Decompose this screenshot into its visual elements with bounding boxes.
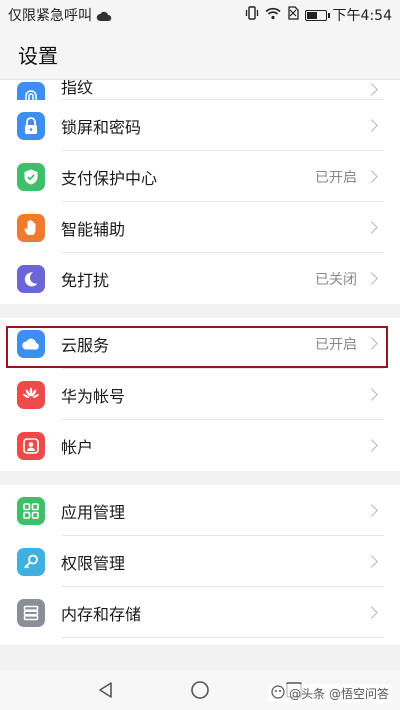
settings-item-smart-assist[interactable]: 智能辅助 bbox=[0, 202, 400, 253]
moon-icon bbox=[17, 264, 45, 293]
chevron-right-icon bbox=[365, 337, 378, 350]
status-text: 已开启 bbox=[315, 169, 357, 186]
lock-icon bbox=[17, 111, 45, 140]
hand-icon bbox=[17, 213, 45, 242]
settings-item-app-management[interactable]: 应用管理 bbox=[0, 485, 400, 536]
settings-group-security: 指纹 锁屏和密码 支付保护中心 已开启 智能辅助 免打扰 已关闭 bbox=[0, 80, 400, 304]
settings-item-accounts[interactable]: 帐户 bbox=[0, 420, 400, 471]
status-bar: 仅限紧急呼叫 下午4:54 bbox=[0, 0, 400, 30]
fingerprint-icon bbox=[17, 82, 45, 100]
settings-item-label: 智能辅助 bbox=[61, 219, 126, 239]
settings-item-label: 帐户 bbox=[61, 437, 94, 457]
chevron-right-icon bbox=[365, 119, 378, 132]
settings-item-label: 应用管理 bbox=[61, 502, 126, 522]
settings-item-label: 云服务 bbox=[61, 335, 110, 355]
watermark-logo-icon bbox=[271, 685, 285, 702]
settings-item-label: 指纹 bbox=[61, 80, 94, 97]
back-icon[interactable] bbox=[94, 678, 118, 702]
settings-item-lock-screen[interactable]: 锁屏和密码 bbox=[0, 100, 400, 151]
shield-check-icon bbox=[17, 162, 45, 191]
chevron-right-icon bbox=[365, 272, 378, 285]
status-text: 已开启 bbox=[315, 336, 357, 353]
chevron-right-icon bbox=[365, 504, 378, 517]
chevron-right-icon bbox=[365, 170, 378, 183]
vibrate-icon bbox=[245, 6, 259, 24]
settings-item-label: 内存和存储 bbox=[61, 604, 142, 624]
home-icon[interactable] bbox=[188, 678, 212, 702]
battery-icon bbox=[304, 9, 330, 21]
cloud-icon bbox=[17, 329, 45, 358]
clock-text: 下午4:54 bbox=[332, 8, 392, 24]
huawei-logo-icon bbox=[17, 380, 45, 409]
settings-item-fingerprint[interactable]: 指纹 bbox=[0, 80, 400, 100]
chevron-right-icon bbox=[365, 221, 378, 234]
settings-item-cloud-service[interactable]: 云服务 已开启 bbox=[0, 318, 400, 369]
settings-group-apps: 应用管理 权限管理 内存和存储 电池 bbox=[0, 485, 400, 645]
settings-item-storage[interactable]: 内存和存储 bbox=[0, 587, 400, 638]
chevron-right-icon bbox=[365, 606, 378, 619]
status-left: 仅限紧急呼叫 bbox=[8, 5, 112, 25]
wifi-icon bbox=[264, 7, 281, 24]
settings-item-label: 免打扰 bbox=[61, 270, 110, 290]
settings-item-huawei-account[interactable]: 华为帐号 bbox=[0, 369, 400, 420]
grid-icon bbox=[17, 496, 45, 525]
key-icon bbox=[17, 547, 45, 576]
settings-item-label: 支付保护中心 bbox=[61, 168, 158, 188]
settings-item-label: 权限管理 bbox=[61, 553, 126, 573]
settings-group-accounts: 云服务 已开启 华为帐号 帐户 bbox=[0, 318, 400, 471]
settings-item-do-not-disturb[interactable]: 免打扰 已关闭 bbox=[0, 253, 400, 304]
chevron-right-icon bbox=[365, 439, 378, 452]
chevron-right-icon bbox=[365, 83, 378, 96]
page-title: 设置 bbox=[18, 44, 58, 68]
status-text: 已关闭 bbox=[315, 271, 357, 288]
settings-item-permissions[interactable]: 权限管理 bbox=[0, 536, 400, 587]
settings-item-label: 锁屏和密码 bbox=[61, 117, 142, 137]
title-bar: 设置 bbox=[0, 30, 400, 80]
settings-list[interactable]: 指纹 锁屏和密码 支付保护中心 已开启 智能辅助 免打扰 已关闭 云服务 已开启… bbox=[0, 80, 400, 645]
chevron-right-icon bbox=[365, 555, 378, 568]
settings-item-payment-protection[interactable]: 支付保护中心 已开启 bbox=[0, 151, 400, 202]
settings-item-label: 华为帐号 bbox=[61, 386, 126, 406]
group-divider bbox=[0, 304, 400, 318]
settings-item-battery[interactable]: 电池 bbox=[0, 638, 400, 645]
carrier-text: 仅限紧急呼叫 bbox=[8, 8, 92, 24]
status-right: 下午4:54 bbox=[245, 5, 392, 25]
watermark-text: @头条 @悟空问答 bbox=[289, 687, 389, 701]
user-icon bbox=[17, 431, 45, 460]
storage-icon bbox=[17, 598, 45, 627]
no-sim-icon bbox=[287, 6, 299, 24]
group-divider bbox=[0, 471, 400, 485]
cloud-status-icon bbox=[96, 10, 112, 21]
watermark: @头条 @悟空问答 bbox=[268, 684, 392, 703]
chevron-right-icon bbox=[365, 388, 378, 401]
